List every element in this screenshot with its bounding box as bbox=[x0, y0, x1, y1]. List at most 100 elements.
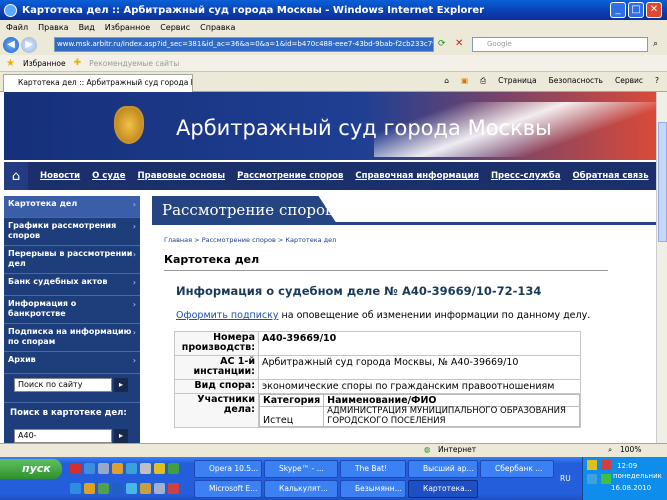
case-search-input[interactable]: А40- bbox=[14, 429, 112, 443]
back-button[interactable]: ◀ bbox=[3, 36, 19, 53]
nav-legal[interactable]: Правовые основы bbox=[138, 171, 226, 181]
scrollbar-thumb[interactable] bbox=[658, 122, 667, 242]
sidebar-item-breaks[interactable]: Перерывы в рассмотрении дел › bbox=[4, 246, 140, 274]
home-icon[interactable]: ⌂ bbox=[444, 76, 449, 86]
favorites-bar: ★ Избранное ✚ Рекомендуемые сайты bbox=[0, 55, 667, 72]
quicklaunch-icon[interactable] bbox=[126, 483, 137, 494]
taskbar: пуск Opera 10.5... Skype™ - ... The Bat!… bbox=[0, 457, 667, 500]
search-icon[interactable]: ⌕ bbox=[653, 39, 658, 49]
sidebar-item-subscription[interactable]: Подписка на информацию по спорам › bbox=[4, 324, 140, 352]
parties-label: Участники дела: bbox=[174, 392, 259, 429]
top-navigation: ⌂ Новости О суде Правовые основы Рассмот… bbox=[4, 162, 656, 190]
sidebar-item-acts[interactable]: Банк судебных актов › bbox=[4, 274, 140, 296]
suggested-sites-link[interactable]: Рекомендуемые сайты bbox=[89, 59, 179, 68]
menu-file[interactable]: Файл bbox=[6, 23, 28, 32]
clock-time[interactable]: 12:09 bbox=[617, 462, 637, 470]
quicklaunch-icon[interactable] bbox=[112, 463, 123, 474]
numbers-label: Номера производств: bbox=[174, 331, 259, 356]
quicklaunch-icon[interactable] bbox=[140, 463, 151, 474]
add-favorite-icon[interactable]: ✚ bbox=[74, 58, 82, 68]
quicklaunch-icon[interactable] bbox=[154, 483, 165, 494]
language-indicator[interactable]: RU bbox=[560, 474, 571, 483]
numbers-value: А40-39669/10 bbox=[258, 331, 581, 356]
nav-press[interactable]: Пресс-служба bbox=[491, 171, 561, 181]
taskbar-opera[interactable]: Opera 10.5... bbox=[194, 460, 262, 478]
breadcrumb-disputes[interactable]: Рассмотрение споров bbox=[202, 236, 276, 244]
parties-table: Категория Наименование/ФИО Истец АДМИНИС… bbox=[258, 393, 580, 428]
sidebar-item-bankruptcy[interactable]: Информация о банкротстве › bbox=[4, 296, 140, 324]
opera-icon[interactable] bbox=[70, 463, 81, 474]
menu-favorites[interactable]: Избранное bbox=[105, 23, 150, 32]
tab-kartoteka[interactable]: Картотека дел :: Арбитражный суд города … bbox=[3, 74, 193, 92]
taskbar-microsoft[interactable]: Microsoft E... bbox=[194, 480, 262, 498]
zoom-icon[interactable]: ⌕ bbox=[608, 445, 612, 455]
site-search-input[interactable]: Поиск по сайту bbox=[14, 378, 112, 392]
status-zoom[interactable]: 100% bbox=[620, 445, 641, 454]
refresh-icon[interactable]: ⟳ bbox=[438, 39, 446, 49]
nav-news[interactable]: Новости bbox=[40, 171, 80, 181]
cmd-security[interactable]: Безопасность bbox=[549, 76, 603, 86]
quicklaunch-icon[interactable] bbox=[112, 483, 123, 494]
quicklaunch-icon[interactable] bbox=[98, 483, 109, 494]
taskbar-thebat[interactable]: The Bat! bbox=[340, 460, 406, 478]
search-input[interactable]: Google bbox=[472, 37, 648, 52]
home-nav-icon[interactable]: ⌂ bbox=[4, 162, 28, 190]
taskbar-skype[interactable]: Skype™ - ... bbox=[264, 460, 338, 478]
start-button[interactable]: пуск bbox=[0, 459, 62, 479]
sidebar-item-schedules[interactable]: Графики рассмотрения споров › bbox=[4, 218, 140, 246]
help-icon[interactable]: ? bbox=[655, 76, 659, 86]
breadcrumb-current[interactable]: Картотека дел bbox=[285, 236, 336, 244]
address-bar[interactable]: www.msk.arbitr.ru/index.asp?id_sec=381&i… bbox=[54, 37, 434, 52]
nav-feedback[interactable]: Обратная связь bbox=[572, 171, 648, 181]
subscribe-link[interactable]: Оформить подписку bbox=[176, 310, 279, 321]
taskbar-sberbank[interactable]: Сбербанк ... bbox=[480, 460, 554, 478]
nav-about[interactable]: О суде bbox=[92, 171, 125, 181]
cmd-tools[interactable]: Сервис bbox=[615, 76, 643, 86]
quicklaunch-icon[interactable] bbox=[168, 483, 179, 494]
close-button[interactable]: ✕ bbox=[646, 2, 662, 18]
taskbar-kartoteka[interactable]: Картотека... bbox=[408, 480, 478, 498]
nav-reference[interactable]: Справочная информация bbox=[355, 171, 479, 181]
quicklaunch-icon[interactable] bbox=[126, 463, 137, 474]
table-row: Номера производств: А40-39669/10 bbox=[174, 331, 581, 356]
sidebar-item-kartoteka[interactable]: Картотека дел › bbox=[4, 196, 140, 218]
taskbar-untitled[interactable]: Безымянн... bbox=[340, 480, 406, 498]
taskbar-vysshiy[interactable]: Высший ар... bbox=[408, 460, 478, 478]
quicklaunch-icon[interactable] bbox=[154, 463, 165, 474]
forward-button[interactable]: ▶ bbox=[21, 36, 37, 53]
minimize-button[interactable]: _ bbox=[610, 2, 626, 18]
quicklaunch-icon[interactable] bbox=[168, 463, 179, 474]
tray-icon[interactable] bbox=[601, 460, 611, 470]
tab-label: Картотека дел :: Арбитражный суд города … bbox=[18, 78, 192, 87]
menu-help[interactable]: Справка bbox=[200, 23, 235, 32]
quicklaunch-icon[interactable] bbox=[98, 463, 109, 474]
site-search-go-button[interactable]: ▸ bbox=[114, 378, 128, 392]
stop-icon[interactable]: ✕ bbox=[455, 38, 463, 49]
vertical-scrollbar[interactable] bbox=[656, 92, 667, 443]
sidebar-item-archive[interactable]: Архив › bbox=[4, 352, 140, 374]
menu-edit[interactable]: Правка bbox=[38, 23, 68, 32]
tray-icon[interactable] bbox=[587, 460, 597, 470]
taskbar-calculator[interactable]: Калькулят... bbox=[264, 480, 338, 498]
maximize-button[interactable]: □ bbox=[628, 2, 644, 18]
case-search-go-button[interactable]: ▸ bbox=[114, 429, 128, 443]
quicklaunch-icon[interactable] bbox=[70, 483, 81, 494]
menu-view[interactable]: Вид bbox=[79, 23, 95, 32]
quicklaunch-icon[interactable] bbox=[84, 463, 95, 474]
quicklaunch-icon[interactable] bbox=[84, 483, 95, 494]
favorites-button[interactable]: Избранное bbox=[23, 59, 66, 68]
print-icon[interactable]: ⎙ bbox=[480, 76, 486, 86]
quicklaunch-icon[interactable] bbox=[140, 483, 151, 494]
dispute-value: экономические споры по гражданским право… bbox=[258, 378, 581, 394]
feeds-icon[interactable]: ▣ bbox=[461, 76, 468, 86]
table-row: Категория Наименование/ФИО bbox=[258, 393, 580, 407]
tray-icon[interactable] bbox=[587, 474, 597, 484]
star-icon: ★ bbox=[6, 57, 15, 69]
tray-icon[interactable] bbox=[601, 474, 611, 484]
case-header: Информация о судебном деле № А40-39669/1… bbox=[176, 284, 542, 298]
breadcrumb-home[interactable]: Главная bbox=[164, 236, 192, 244]
nav-disputes[interactable]: Рассмотрение споров bbox=[237, 171, 343, 181]
cmd-page[interactable]: Страница bbox=[498, 76, 536, 86]
menu-tools[interactable]: Сервис bbox=[160, 23, 190, 32]
menu-bar: Файл Правка Вид Избранное Сервис Справка bbox=[0, 20, 667, 34]
